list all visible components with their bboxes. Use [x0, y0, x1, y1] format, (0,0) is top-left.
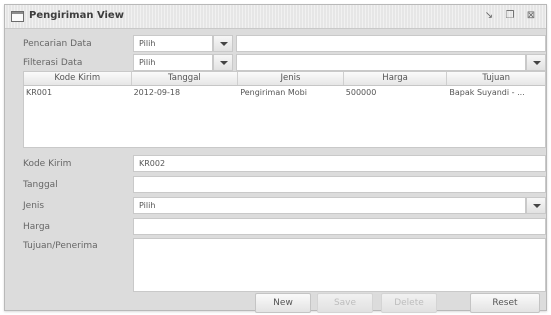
window-icon [11, 11, 24, 22]
search-label: Pencarian Data [23, 39, 92, 49]
harga-label: Harga [23, 222, 51, 232]
filter-dropdown-icon[interactable] [213, 54, 233, 71]
table-header: Kode Kirim Tanggal Jenis Harga Tujuan [24, 72, 545, 86]
filter-label: Filterasi Data [23, 58, 83, 68]
minimize-icon[interactable]: ↘ [482, 9, 496, 23]
tanggal-label: Tanggal [23, 180, 58, 190]
tujuan-textarea[interactable] [133, 238, 546, 292]
filter-value-select[interactable] [236, 54, 526, 71]
jenis-label: Jenis [23, 201, 45, 211]
table-row[interactable]: KR001 2012-09-18 Pengiriman Mobi 500000 … [24, 86, 545, 100]
kode-field[interactable]: KR002 [133, 155, 546, 172]
filter-value-dropdown-icon[interactable] [526, 54, 546, 71]
tujuan-label: Tujuan/Penerima [23, 241, 98, 251]
column-header[interactable]: Tujuan [447, 72, 545, 85]
maximize-icon[interactable]: ❐ [503, 9, 517, 23]
close-icon[interactable]: ⊠ [524, 9, 538, 23]
filter-select[interactable]: Pilih [133, 54, 213, 71]
column-header[interactable]: Jenis [238, 72, 344, 85]
search-input[interactable] [236, 35, 546, 52]
cell-jenis: Pengiriman Mobi [240, 88, 307, 97]
cell-tujuan: Bapak Suyandi - ... [449, 88, 525, 97]
title-bar[interactable]: Pengiriman View ↘ ❐ ⊠ [5, 5, 546, 29]
search-select[interactable]: Pilih [133, 35, 213, 52]
window-title: Pengiriman View [29, 10, 124, 21]
column-header[interactable]: Tanggal [132, 72, 239, 85]
delete-button[interactable]: Delete [381, 293, 437, 313]
column-header[interactable]: Kode Kirim [24, 72, 132, 85]
reset-button[interactable]: Reset [470, 293, 540, 313]
kode-label: Kode Kirim [23, 159, 72, 169]
cell-kode: KR001 [26, 88, 53, 97]
window-controls: ↘ ❐ ⊠ [482, 9, 538, 23]
column-header[interactable]: Harga [344, 72, 448, 85]
cell-tanggal: 2012-09-18 [133, 88, 181, 97]
cell-harga: 500000 [345, 88, 377, 97]
new-button[interactable]: New [255, 293, 311, 313]
save-button[interactable]: Save [317, 293, 373, 313]
tanggal-field[interactable] [133, 176, 546, 193]
harga-field[interactable] [133, 218, 546, 235]
data-table: Kode Kirim Tanggal Jenis Harga Tujuan KR… [23, 71, 546, 148]
jenis-select[interactable]: Pilih [133, 197, 526, 214]
pengiriman-window: Pengiriman View ↘ ❐ ⊠ Pencarian Data Pil… [4, 4, 547, 313]
search-dropdown-icon[interactable] [213, 35, 233, 52]
jenis-dropdown-icon[interactable] [526, 197, 546, 214]
